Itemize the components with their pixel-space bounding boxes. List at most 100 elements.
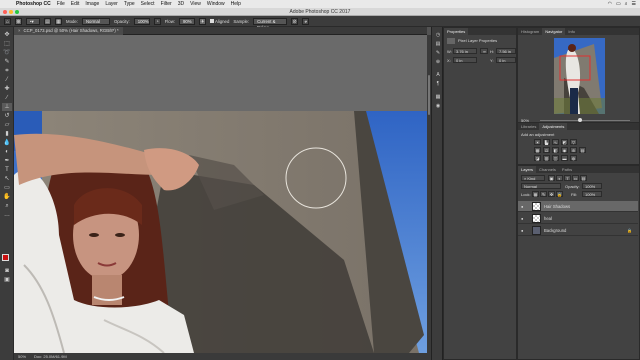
selective-color-adjustment-icon[interactable]: ◍ bbox=[570, 155, 577, 161]
eye-icon[interactable]: ● bbox=[521, 204, 523, 209]
photo-filter-adjustment-icon[interactable]: ◉ bbox=[561, 147, 568, 153]
swatches-panel-icon[interactable]: ▦ bbox=[434, 94, 442, 101]
menu-app-name[interactable]: Photoshop CC bbox=[16, 1, 51, 7]
tab-libraries[interactable]: Libraries bbox=[518, 123, 539, 130]
black-white-adjustment-icon[interactable]: ◧ bbox=[552, 147, 559, 153]
blend-mode-select[interactable]: Normal bbox=[521, 183, 561, 189]
width-input[interactable]: 3.76 in bbox=[453, 48, 477, 54]
gradient-map-adjustment-icon[interactable]: ▬ bbox=[561, 155, 568, 161]
layer-opacity-input[interactable]: 100% bbox=[582, 183, 602, 189]
flow-input[interactable]: 90% bbox=[179, 17, 195, 25]
layer-row-background[interactable]: ● Background 🔒 bbox=[518, 225, 638, 236]
close-window-button[interactable] bbox=[3, 10, 7, 14]
menu-file[interactable]: File bbox=[57, 1, 65, 7]
move-tool-icon[interactable]: ✥ bbox=[2, 31, 12, 39]
menu-edit[interactable]: Edit bbox=[71, 1, 80, 7]
navigator-zoom-slider[interactable] bbox=[540, 120, 630, 121]
brush-panel-icon[interactable]: ✎ bbox=[434, 50, 442, 57]
clone-source-panel-icon[interactable]: ⊕ bbox=[434, 59, 442, 66]
crop-tool-icon[interactable]: ⌗ bbox=[2, 67, 12, 75]
canvas-scroll-thumb[interactable] bbox=[428, 75, 430, 115]
screen-mode-icon[interactable]: ▣ bbox=[2, 276, 12, 284]
menu-image[interactable]: Image bbox=[85, 1, 99, 7]
clone-source-icon[interactable]: ▦ bbox=[55, 17, 62, 25]
link-icon[interactable]: ∞ bbox=[480, 48, 488, 54]
lock-pixels-icon[interactable]: ✎ bbox=[540, 191, 547, 197]
healing-brush-tool-icon[interactable]: ✚ bbox=[2, 85, 12, 93]
quick-select-tool-icon[interactable]: ✎ bbox=[2, 58, 12, 66]
layer-filter-kind[interactable]: ⌕ Kind bbox=[521, 175, 545, 181]
layer-name[interactable]: Background bbox=[544, 225, 566, 236]
mode-select[interactable]: Normal bbox=[81, 17, 110, 25]
close-tab-icon[interactable]: × bbox=[18, 28, 21, 33]
layer-name[interactable]: Hair Shadows bbox=[544, 201, 570, 212]
tab-channels[interactable]: Channels bbox=[536, 166, 559, 173]
path-select-tool-icon[interactable]: ↖ bbox=[2, 175, 12, 183]
clone-stamp-tool-icon[interactable]: ⊥ bbox=[2, 103, 12, 111]
brush-tool-icon[interactable]: ∕ bbox=[2, 94, 12, 102]
tab-paths[interactable]: Paths bbox=[559, 166, 575, 173]
ignore-adjustment-icon[interactable]: ⊘ bbox=[291, 17, 299, 25]
curves-adjustment-icon[interactable]: ∿ bbox=[552, 139, 559, 145]
foreground-color-swatch[interactable] bbox=[2, 254, 9, 261]
levels-adjustment-icon[interactable]: ▙ bbox=[543, 139, 550, 145]
tab-navigator[interactable]: Navigator bbox=[542, 28, 566, 35]
type-tool-icon[interactable]: T bbox=[2, 166, 12, 174]
color-panel-icon[interactable]: ◉ bbox=[434, 103, 442, 110]
pen-tool-icon[interactable]: ✒ bbox=[2, 157, 12, 165]
blur-tool-icon[interactable]: 💧 bbox=[2, 139, 12, 147]
filter-smart-object-icon[interactable]: ▤ bbox=[580, 175, 587, 181]
hue-adjustment-icon[interactable]: ▦ bbox=[534, 147, 541, 153]
paragraph-panel-icon[interactable]: ¶ bbox=[434, 81, 442, 88]
dodge-tool-icon[interactable]: ◐ bbox=[2, 148, 12, 156]
posterize-adjustment-icon[interactable]: ▥ bbox=[543, 155, 550, 161]
filter-pixel-icon[interactable]: ▣ bbox=[548, 175, 555, 181]
fill-input[interactable]: 100% bbox=[582, 191, 602, 197]
lock-transparency-icon[interactable]: ▦ bbox=[532, 191, 539, 197]
menu-select[interactable]: Select bbox=[141, 1, 155, 7]
lasso-tool-icon[interactable]: ➰ bbox=[2, 49, 12, 57]
hand-tool-icon[interactable]: ✋ bbox=[2, 193, 12, 201]
zoom-tool-icon[interactable]: ⌕ bbox=[2, 202, 12, 210]
brightness-adjustment-icon[interactable]: ☀ bbox=[534, 139, 541, 145]
properties-panel-icon[interactable]: ▤ bbox=[434, 41, 442, 48]
x-input[interactable]: 0 in bbox=[453, 57, 477, 63]
character-panel-icon[interactable]: A bbox=[434, 72, 442, 79]
eye-icon[interactable]: ● bbox=[521, 228, 523, 233]
eyedropper-tool-icon[interactable]: ⁄ bbox=[2, 76, 12, 84]
menu-3d[interactable]: 3D bbox=[178, 1, 184, 7]
tab-adjustments[interactable]: Adjustments bbox=[539, 123, 568, 130]
menu-filter[interactable]: Filter bbox=[161, 1, 172, 7]
more-tools-icon[interactable]: … bbox=[2, 211, 12, 219]
canvas-area[interactable] bbox=[14, 35, 427, 353]
shape-tool-icon[interactable]: ▭ bbox=[2, 184, 12, 192]
brush-size-picker[interactable]: •▾ bbox=[26, 17, 40, 25]
airbrush-icon[interactable]: ✈ bbox=[199, 17, 206, 25]
height-input[interactable]: 7.56 in bbox=[496, 48, 516, 54]
gradient-tool-icon[interactable]: ▮ bbox=[2, 130, 12, 138]
eraser-tool-icon[interactable]: ▱ bbox=[2, 121, 12, 129]
home-icon[interactable]: ⌂ bbox=[4, 17, 11, 25]
menu-window[interactable]: Window bbox=[207, 1, 225, 7]
threshold-adjustment-icon[interactable]: ◫ bbox=[552, 155, 559, 161]
battery-icon[interactable]: ▭ bbox=[616, 0, 621, 8]
lock-icon[interactable]: 🔒 bbox=[627, 228, 632, 233]
document-tab[interactable]: × CCP_0173.psd @ 50% (Hair Shadows, RGB/8… bbox=[14, 27, 123, 35]
photo-canvas[interactable] bbox=[14, 35, 427, 353]
zoom-readout[interactable]: 50% bbox=[18, 353, 26, 360]
aligned-checkbox[interactable]: Aligned bbox=[210, 18, 229, 24]
sample-select[interactable]: Current & Below bbox=[253, 17, 288, 30]
search-icon[interactable]: ⌕ bbox=[625, 0, 628, 8]
tab-layers[interactable]: Layers bbox=[518, 166, 537, 173]
tab-histogram[interactable]: Histogram bbox=[518, 28, 542, 35]
doc-size-readout[interactable]: Doc: 25.0M/61.9M bbox=[34, 353, 67, 360]
brush-settings-icon[interactable]: ▤ bbox=[44, 17, 51, 25]
opacity-input[interactable]: 100% bbox=[133, 17, 150, 25]
menu-help[interactable]: Help bbox=[231, 1, 241, 7]
channel-mixer-adjustment-icon[interactable]: ⊛ bbox=[570, 147, 577, 153]
lock-position-icon[interactable]: ✥ bbox=[548, 191, 555, 197]
zoom-window-button[interactable] bbox=[15, 10, 19, 14]
marquee-tool-icon[interactable]: ⬚ bbox=[2, 40, 12, 48]
layer-name[interactable]: heal bbox=[544, 213, 552, 224]
wifi-icon[interactable]: ◠ bbox=[608, 0, 612, 8]
